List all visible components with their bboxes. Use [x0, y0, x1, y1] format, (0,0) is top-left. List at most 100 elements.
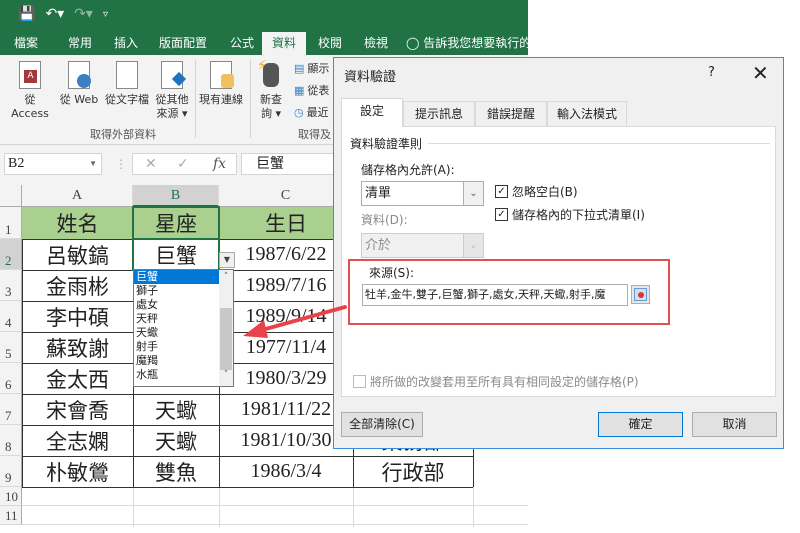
scrollbar-thumb[interactable]: [220, 308, 232, 370]
drag-handle-icon[interactable]: ⋮: [115, 157, 127, 171]
chevron-down-icon[interactable]: ⌄: [463, 182, 483, 205]
tab-data[interactable]: 資料: [262, 32, 306, 55]
chevron-up-icon[interactable]: ˄: [219, 272, 233, 286]
lightbulb-icon: ◯: [406, 36, 420, 50]
chevron-down-icon[interactable]: ▼: [89, 154, 97, 174]
chevron-down-icon: ⌄: [463, 234, 483, 257]
cell-c9[interactable]: 1986/3/4: [219, 456, 353, 487]
from-web-button[interactable]: 從 Web: [58, 59, 100, 107]
cell-b7[interactable]: 天蠍: [133, 394, 219, 425]
cell-a9[interactable]: 朴敏鶯: [22, 456, 133, 487]
ignore-blank-checkbox[interactable]: ✓ 忽略空白(B): [495, 183, 578, 200]
list-item[interactable]: 巨蟹: [134, 270, 220, 284]
row-header-4[interactable]: 4: [0, 301, 22, 332]
close-icon[interactable]: ✕: [752, 61, 769, 85]
row-header-10[interactable]: 10: [0, 487, 22, 506]
ok-button[interactable]: 確定: [598, 412, 683, 437]
select-all-corner[interactable]: [0, 185, 22, 207]
show-queries-button[interactable]: ▤ 顯示: [294, 60, 329, 76]
insert-function-icon[interactable]: fx: [213, 154, 226, 174]
clear-all-button[interactable]: 全部清除(C): [341, 412, 423, 437]
row-header-5[interactable]: 5: [0, 332, 22, 363]
tab-formulas[interactable]: 公式: [222, 32, 262, 55]
from-text-button[interactable]: 從文字檔: [102, 59, 152, 107]
tab-ime-mode[interactable]: 輸入法模式: [547, 101, 627, 126]
cell-a4[interactable]: 李中碩: [22, 301, 133, 332]
section-label: 資料驗證準則: [350, 135, 429, 152]
recent-sources-button[interactable]: ◷ 最近: [294, 104, 329, 120]
title-bar: 💾 ↶▾ ↷▾ ▿: [0, 0, 528, 30]
tab-settings[interactable]: 設定: [341, 98, 403, 127]
list-item[interactable]: 天蠍: [134, 326, 220, 340]
table-border: [22, 456, 473, 457]
list-item[interactable]: 處女: [134, 298, 220, 312]
tab-error-alert[interactable]: 錯誤提醒: [475, 101, 547, 126]
help-icon[interactable]: ?: [708, 65, 715, 80]
cell-a3[interactable]: 金雨彬: [22, 270, 133, 301]
tab-page-layout[interactable]: 版面配置: [152, 32, 214, 55]
cell-a6[interactable]: 金太西: [22, 363, 133, 394]
row-header-8[interactable]: 8: [0, 425, 22, 456]
undo-icon[interactable]: ↶▾: [45, 6, 64, 22]
gridline: [133, 487, 134, 527]
list-scrollbar[interactable]: ˄ ˅: [219, 270, 233, 386]
cell-a8[interactable]: 全志嫻: [22, 425, 133, 456]
chevron-down-icon[interactable]: ˅: [219, 370, 233, 384]
tab-review[interactable]: 校閱: [310, 32, 350, 55]
tell-me-box[interactable]: ◯ 告訴我您想要執行的: [406, 32, 528, 55]
from-other-sources-button[interactable]: 從其他 來源 ▾: [152, 59, 192, 121]
data-label: 資料(D):: [361, 213, 408, 227]
cell-dropdown-button[interactable]: ▼: [219, 252, 235, 268]
row-header-11[interactable]: 11: [0, 506, 22, 525]
list-item[interactable]: 獅子: [134, 284, 220, 298]
cell-a5[interactable]: 蘇致謝: [22, 332, 133, 363]
from-table-button[interactable]: ▦ 從表: [294, 82, 329, 98]
row-header-1[interactable]: 1: [0, 207, 22, 239]
ribbon-tabs: 檔案 常用 插入 版面配置 公式 資料 校閱 檢視 ◯ 告訴我您想要執行的: [0, 30, 528, 55]
new-query-button[interactable]: ⚡ 新查 詢 ▾: [254, 59, 288, 121]
row-header-6[interactable]: 6: [0, 363, 22, 394]
table-border: [22, 487, 473, 488]
active-cell-b2[interactable]: [132, 238, 220, 271]
tab-view[interactable]: 檢視: [356, 32, 396, 55]
cell-a1[interactable]: 姓名: [22, 207, 133, 239]
name-box[interactable]: B2 ▼: [4, 153, 102, 175]
list-item[interactable]: 射手: [134, 340, 220, 354]
existing-connections-button[interactable]: 現有連線: [196, 59, 246, 107]
allow-select[interactable]: 清單 ⌄: [361, 181, 484, 206]
tab-insert[interactable]: 插入: [106, 32, 146, 55]
checkbox-unchecked-icon[interactable]: [353, 375, 366, 388]
customize-qat-icon[interactable]: ▿: [103, 9, 108, 20]
save-icon[interactable]: 💾: [18, 6, 35, 22]
header-b-outline: [132, 206, 220, 240]
list-item[interactable]: 水瓶: [134, 368, 220, 382]
redo-icon[interactable]: ↷▾: [74, 6, 93, 22]
gridline: [353, 487, 354, 527]
tab-home[interactable]: 常用: [60, 32, 100, 55]
in-cell-dropdown-checkbox[interactable]: ✓ 儲存格內的下拉式清單(I): [495, 206, 645, 223]
row-header-3[interactable]: 3: [0, 270, 22, 301]
checkbox-checked-icon[interactable]: ✓: [495, 208, 508, 221]
column-header-b[interactable]: B: [133, 185, 219, 207]
apply-to-all-checkbox[interactable]: 將所做的改變套用至所有具有相同設定的儲存格(P): [353, 373, 639, 390]
cancel-button[interactable]: 取消: [692, 412, 777, 437]
cell-a7[interactable]: 宋會喬: [22, 394, 133, 425]
row-header-2[interactable]: 2: [0, 239, 22, 270]
cancel-icon[interactable]: ✕: [145, 154, 157, 174]
tab-file[interactable]: 檔案: [6, 32, 46, 55]
cell-a2[interactable]: 呂敏鎬: [22, 239, 133, 270]
enter-icon[interactable]: ✓: [177, 154, 189, 174]
list-item[interactable]: 天秤: [134, 312, 220, 326]
tab-input-message[interactable]: 提示訊息: [403, 101, 475, 126]
column-header-a[interactable]: A: [22, 185, 133, 207]
cell-d9[interactable]: 行政部: [353, 456, 473, 487]
cell-b8[interactable]: 天蠍: [133, 425, 219, 456]
validation-dropdown-list[interactable]: 巨蟹 獅子 處女 天秤 天蠍 射手 魔羯 水瓶 ˄ ˅: [133, 269, 234, 387]
from-access-button[interactable]: A 從 Access: [4, 59, 56, 121]
checkbox-checked-icon[interactable]: ✓: [495, 185, 508, 198]
cell-b9[interactable]: 雙魚: [133, 456, 219, 487]
row-header-7[interactable]: 7: [0, 394, 22, 425]
row-header-9[interactable]: 9: [0, 456, 22, 487]
list-item[interactable]: 魔羯: [134, 354, 220, 368]
other-sources-icon: [161, 61, 187, 89]
